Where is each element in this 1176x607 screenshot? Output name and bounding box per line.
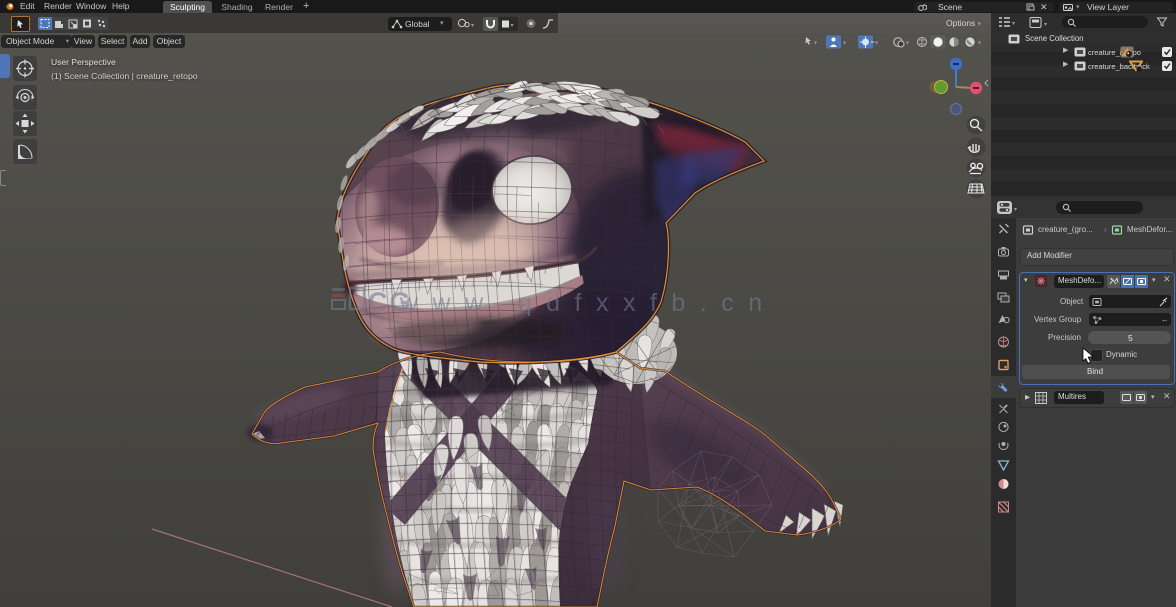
svg-text:▾: ▾ — [1044, 22, 1047, 28]
svg-text:▾: ▾ — [906, 41, 909, 47]
svg-text:▾: ▾ — [875, 41, 878, 47]
svg-text:▾: ▾ — [471, 23, 474, 29]
svg-text:▾: ▾ — [814, 41, 817, 47]
svg-text:▾: ▾ — [1014, 207, 1017, 213]
svg-text:▾: ▾ — [1012, 21, 1015, 27]
svg-text:▾: ▾ — [511, 23, 514, 29]
svg-text:▾: ▾ — [978, 41, 981, 47]
svg-text:▾: ▾ — [843, 41, 846, 47]
svg-text:www.qdfxxfb.cn: www.qdfxxfb.cn — [399, 289, 777, 317]
